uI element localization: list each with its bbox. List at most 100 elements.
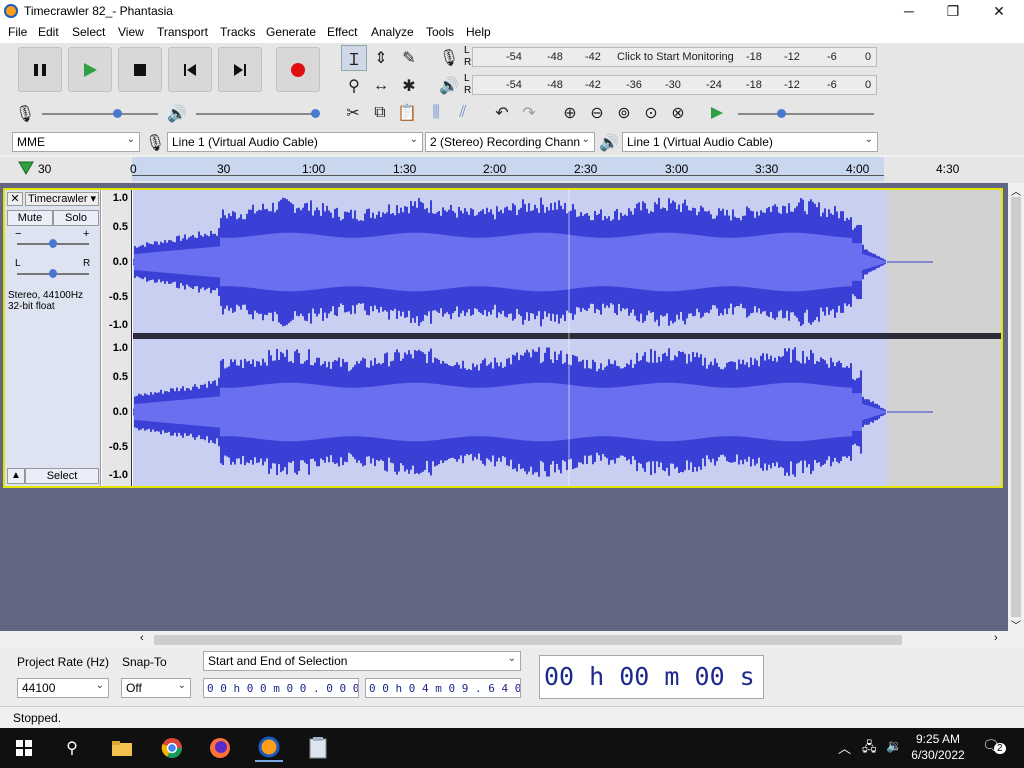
trim-button[interactable]: ⫼ [423,100,449,126]
playback-volume-thumb[interactable] [311,109,320,118]
menu-transport[interactable]: Transport [157,25,208,39]
menu-effect[interactable]: Effect [327,25,357,39]
close-button[interactable]: ✕ [976,0,1022,23]
audio-track[interactable]: ✕ Timecrawler ▾ Mute Solo − + L R Stereo,… [3,188,1003,488]
playback-volume-slider[interactable] [196,113,318,115]
zoom-toggle-button[interactable]: ⊗ [665,100,691,126]
scroll-up-icon[interactable]: ︿ [1011,183,1021,198]
redo-button[interactable]: ↷ [516,100,542,126]
skip-to-end-button[interactable] [218,47,262,92]
time-shift-tool[interactable]: ↔ [368,73,394,99]
start-button[interactable] [10,734,38,762]
scroll-left-icon[interactable]: ‹ [140,632,144,644]
play-speed-thumb[interactable] [777,109,786,118]
record-button[interactable] [276,47,320,92]
selection-end-time[interactable]: 0 0 h 0 4 m 0 9 . 6 4 0 s [365,678,521,698]
fit-project-button[interactable]: ⊙ [638,100,664,126]
play-button[interactable] [68,47,112,92]
multi-tool[interactable]: ✱ [396,73,422,99]
minimize-button[interactable]: ─ [886,0,932,23]
vertical-scroll-thumb[interactable] [1011,197,1021,617]
playback-meter-button[interactable]: 🔊 [436,73,462,99]
waveform-area[interactable] [132,190,1001,486]
menu-select[interactable]: Select [72,25,105,39]
selection-mode-select[interactable]: Start and End of Selection ⌄ [203,651,521,671]
meter-left-label: L [464,73,470,84]
notepad-button[interactable] [304,734,332,762]
timeline-tick: 2:30 [574,162,598,176]
menu-help[interactable]: Help [466,25,491,39]
play-at-speed-button[interactable] [704,100,730,126]
draw-tool[interactable]: ✎ [396,45,422,71]
selection-tool[interactable]: Ｉ [341,45,367,71]
mute-button[interactable]: Mute [7,210,53,226]
close-track-button[interactable]: ✕ [7,192,23,206]
zoom-out-button[interactable]: ⊖ [584,100,610,126]
envelope-tool[interactable]: ⇕ [368,45,394,71]
network-icon[interactable]: 🖧 [862,738,877,760]
timeline-ruler[interactable]: 30 0 30 1:00 1:30 2:00 2:30 3:00 3:30 4:… [0,157,1024,183]
audio-position-display[interactable]: 00 h 00 m 00 s [539,655,764,699]
horizontal-scroll-thumb[interactable] [154,635,902,645]
chevron-down-icon: ⌄ [507,653,516,664]
taskbar-clock[interactable]: 9:25 AM 6/30/2022 [908,732,968,762]
skip-to-start-button[interactable] [168,47,212,92]
snap-to-select[interactable]: Off ⌄ [121,678,191,698]
file-explorer-button[interactable] [108,734,136,762]
firefox-button[interactable] [206,734,234,762]
scroll-down-icon[interactable]: ﹀ [1011,617,1021,632]
chrome-button[interactable] [158,734,186,762]
pause-button[interactable] [18,47,62,92]
play-speed-slider[interactable] [738,113,874,115]
zoom-tool[interactable]: ⚲ [341,73,367,99]
maximize-button[interactable]: ❐ [930,0,976,23]
zoom-toggle-icon: ⊗ [671,105,685,122]
scroll-right-icon[interactable]: › [994,632,998,644]
notification-center-button[interactable]: 🗨 2 [982,737,1006,757]
gain-slider-thumb[interactable] [49,239,57,248]
pan-slider-thumb[interactable] [49,269,57,278]
scale-label: -1.0 [109,319,128,331]
record-meter-button[interactable]: 🎙 [436,45,462,71]
play-icon [84,62,97,77]
paste-button[interactable]: 📋 [394,100,420,126]
stop-button[interactable] [118,47,162,92]
audio-host-select[interactable]: MME ⌄ [12,132,140,152]
horizontal-scrollbar[interactable]: ‹ › [0,631,1008,648]
menu-edit[interactable]: Edit [38,25,59,39]
undo-button[interactable]: ↶ [489,100,515,126]
tracks-area[interactable]: ✕ Timecrawler ▾ Mute Solo − + L R Stereo,… [0,183,1008,631]
menu-analyze[interactable]: Analyze [371,25,414,39]
solo-button[interactable]: Solo [53,210,99,226]
copy-button[interactable]: ⧉ [367,100,393,126]
selection-start-time[interactable]: 0 0 h 0 0 m 0 0 . 0 0 0 s [203,678,359,698]
recording-channels-select[interactable]: 2 (Stereo) Recording Chann ⌄ [425,132,595,152]
envelope-icon: ⇕ [374,50,388,67]
search-button[interactable]: ⚲ [58,734,86,762]
menu-view[interactable]: View [118,25,144,39]
audacity-taskbar-button[interactable] [255,734,283,762]
recording-device-select[interactable]: Line 1 (Virtual Audio Cable) ⌄ [167,132,423,152]
menu-tracks[interactable]: Tracks [220,25,256,39]
click-to-start-monitoring[interactable]: Click to Start Monitoring [617,51,734,63]
silence-button[interactable]: ⫽ [450,100,476,126]
volume-icon[interactable]: 🔉 [886,738,902,754]
fit-selection-button[interactable]: ⊚ [611,100,637,126]
gain-plus-label: + [83,228,90,240]
collapse-track-button[interactable]: ▲ [7,468,25,484]
select-track-button[interactable]: Select [25,468,99,484]
project-rate-select[interactable]: 44100 ⌄ [17,678,109,698]
vertical-scrollbar[interactable]: ︿ ﹀ [1008,183,1024,632]
recording-volume-slider[interactable] [42,113,158,115]
chevron-up-icon[interactable]: ︿ [838,738,851,757]
menu-generate[interactable]: Generate [266,25,316,39]
recording-volume-thumb[interactable] [113,109,122,118]
playback-device-select[interactable]: Line 1 (Virtual Audio Cable) ⌄ [622,132,878,152]
menu-file[interactable]: File [8,25,27,39]
menu-tools[interactable]: Tools [426,25,454,39]
zoom-in-button[interactable]: ⊕ [557,100,583,126]
scale-label: 0.0 [112,256,128,268]
clock-date: 6/30/2022 [911,748,965,762]
cut-button[interactable]: ✂ [340,100,366,126]
track-name-menu[interactable]: Timecrawler ▾ [25,192,99,206]
